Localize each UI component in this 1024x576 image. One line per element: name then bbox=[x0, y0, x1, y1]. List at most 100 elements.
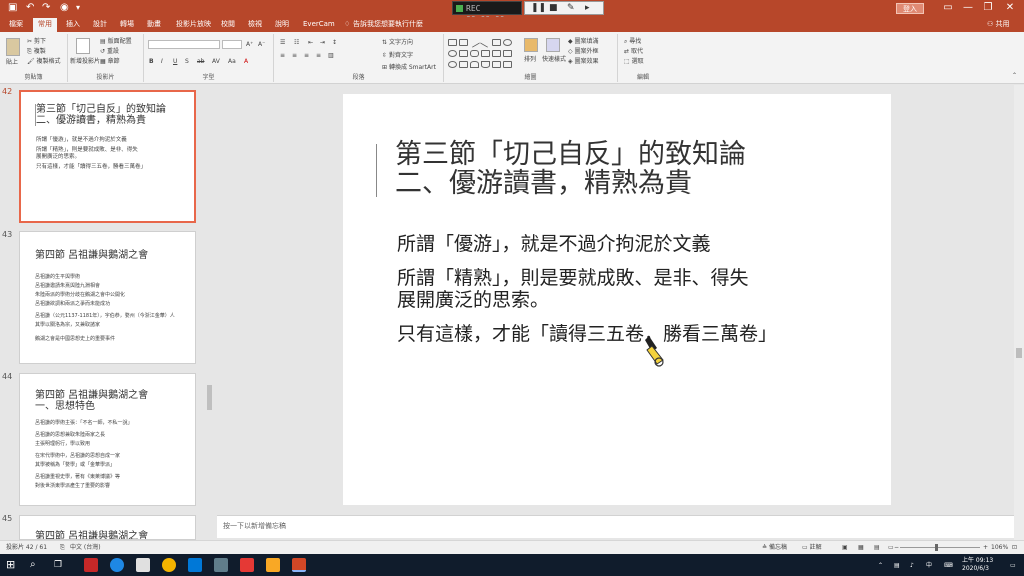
align-center-icon[interactable]: ≡ bbox=[292, 52, 297, 60]
slide-thumbnail-43[interactable]: 第四節 呂祖謙與鵝湖之會 呂祖謙的生平與學術 呂祖謙邀請朱熹與陸九淵相會 朱陸兩… bbox=[19, 231, 196, 364]
slide-body-line[interactable]: 只有這樣，才能「讀得三五卷，勝看三萬卷」 bbox=[397, 323, 777, 345]
tell-me-search[interactable]: 告訴我您想要執行什麼 bbox=[353, 19, 423, 30]
paste-button[interactable]: 貼上 bbox=[6, 59, 18, 67]
slide-body-line[interactable]: 展開廣泛的思索。 bbox=[397, 289, 549, 311]
bold-icon[interactable]: B bbox=[149, 58, 154, 66]
share-button[interactable]: ⚇ 共用 bbox=[987, 19, 1010, 30]
pause-icon[interactable]: ❚❚ bbox=[531, 3, 546, 14]
change-case-icon[interactable]: Aa bbox=[228, 58, 236, 66]
zoom-level[interactable]: 106% bbox=[991, 544, 1008, 552]
italic-icon[interactable]: I bbox=[161, 58, 163, 66]
slide-title-line1[interactable]: 第三節「切己自反」的致知論 bbox=[395, 140, 746, 170]
task-view-icon[interactable]: ❐ bbox=[54, 558, 68, 572]
comments-toggle[interactable]: ▭ 註解 bbox=[802, 544, 822, 552]
windows-start-icon[interactable]: ⊞ bbox=[6, 558, 20, 572]
search-taskbar-icon[interactable]: ⌕ bbox=[30, 558, 44, 572]
file-explorer-icon[interactable] bbox=[136, 558, 150, 572]
input-method-icon[interactable]: 中 bbox=[926, 562, 932, 569]
zoom-out-button[interactable]: − bbox=[894, 544, 899, 552]
shape-circle-icon[interactable] bbox=[448, 50, 457, 57]
keyboard-icon[interactable]: ⌨ bbox=[944, 562, 953, 569]
shadow-icon[interactable]: S bbox=[185, 58, 189, 66]
tab-evercam[interactable]: EverCam bbox=[303, 19, 335, 30]
quick-styles-button[interactable]: 快速樣式 bbox=[542, 56, 566, 64]
app-icon[interactable] bbox=[214, 558, 228, 572]
notification-icon[interactable]: ▭ bbox=[1010, 562, 1016, 569]
shape-triangle-icon[interactable] bbox=[481, 50, 490, 57]
arrange-icon[interactable] bbox=[524, 38, 538, 52]
zoom-in-button[interactable]: + bbox=[983, 544, 988, 552]
shrink-font-icon[interactable]: A⁻ bbox=[258, 41, 265, 49]
recorder-controls[interactable]: ❚❚ ■ ✎ ▸ bbox=[524, 1, 604, 15]
slide-body-line[interactable]: 所謂「精熟」，則是要就成敗、是非、得失 bbox=[397, 267, 749, 289]
notes-pane[interactable]: 按一下以新增備忘稿 bbox=[217, 515, 1014, 538]
folder-icon[interactable] bbox=[266, 558, 280, 572]
shape-box-icon[interactable] bbox=[492, 39, 501, 46]
undo-icon[interactable]: ↶ bbox=[26, 2, 34, 14]
collapse-ribbon-icon[interactable]: ⌃ bbox=[1012, 72, 1017, 80]
format-painter-button[interactable]: 🖌 複製格式 bbox=[27, 58, 61, 66]
underline-icon[interactable]: U bbox=[173, 58, 177, 66]
slide-thumbnails-panel[interactable]: 42 第三節「切己自反」的致知論 二、優游讀書，精熟為貴 所謂「優游」，就是不過… bbox=[0, 85, 205, 540]
font-name-input[interactable] bbox=[148, 40, 220, 49]
shape-textbox-icon[interactable] bbox=[459, 39, 468, 46]
shape-more-icon[interactable] bbox=[503, 61, 512, 68]
strikethrough-icon[interactable]: ab bbox=[197, 58, 205, 66]
slide-scrollbar[interactable] bbox=[1014, 85, 1024, 540]
shape-rounded-icon[interactable] bbox=[470, 50, 479, 57]
slide-scroll-thumb[interactable] bbox=[1016, 348, 1022, 358]
shape-curve-icon[interactable] bbox=[503, 50, 512, 57]
decrease-indent-icon[interactable]: ⇤ bbox=[308, 39, 313, 47]
cut-button[interactable]: ✂ 剪下 bbox=[27, 38, 46, 46]
slide-thumbnail-45[interactable]: 第四節 呂祖謙與鵝湖之會 bbox=[19, 515, 196, 540]
network-icon[interactable]: ▤ bbox=[894, 562, 900, 569]
slide-thumbnail-42[interactable]: 第三節「切己自反」的致知論 二、優游讀書，精熟為貴 所謂「優游」，就是不過介拘泥… bbox=[19, 90, 196, 223]
smartart-button[interactable]: ⊞ 轉換成 SmartArt bbox=[382, 64, 436, 72]
arrange-button[interactable]: 排列 bbox=[524, 56, 536, 64]
zoom-slider-handle[interactable] bbox=[935, 544, 938, 551]
shape-rect2-icon[interactable] bbox=[459, 50, 468, 57]
char-spacing-icon[interactable]: AV bbox=[212, 58, 220, 66]
chrome-browser-icon[interactable] bbox=[162, 558, 176, 572]
shape-outline-button[interactable]: ◇ 圖案外框 bbox=[568, 48, 599, 56]
signin-button[interactable]: 登入 bbox=[896, 3, 924, 14]
shape-wave-icon[interactable] bbox=[481, 61, 490, 68]
replace-button[interactable]: ⇄ 取代 bbox=[624, 48, 643, 56]
media-player-icon[interactable] bbox=[240, 558, 254, 572]
volume-icon[interactable]: ♪ bbox=[910, 562, 914, 569]
save-icon[interactable]: ▣ bbox=[8, 2, 17, 14]
shape-arc-icon[interactable] bbox=[470, 61, 479, 68]
tab-animations[interactable]: 動畫 bbox=[147, 19, 161, 30]
tray-up-icon[interactable]: ⌃ bbox=[878, 562, 883, 569]
justify-icon[interactable]: ≡ bbox=[316, 52, 321, 60]
copy-button[interactable]: ⎘ 複製 bbox=[27, 48, 46, 56]
restore-button[interactable]: ❐ bbox=[976, 0, 1000, 17]
screen-recorder-widget[interactable]: REC 00:00:00 bbox=[452, 1, 522, 24]
reading-view-icon[interactable]: ▤ bbox=[874, 544, 880, 552]
thumbnails-scrollbar[interactable] bbox=[205, 85, 215, 540]
customize-toolbar-icon[interactable]: ▾ bbox=[76, 2, 80, 14]
fit-slide-icon[interactable]: ⊡ bbox=[1012, 544, 1017, 552]
zoom-slider[interactable] bbox=[900, 547, 980, 548]
quick-styles-icon[interactable] bbox=[546, 38, 560, 52]
new-slide-button[interactable]: 新增投影片 bbox=[70, 58, 100, 66]
slide-thumbnail-44[interactable]: 第四節 呂祖謙與鵝湖之會 一、思想特色 呂祖謙的學術主張：「不名一師，不私一說」… bbox=[19, 373, 196, 506]
spellcheck-icon[interactable]: ⎘ bbox=[60, 544, 65, 552]
font-color-icon[interactable]: A bbox=[244, 58, 248, 66]
edge-browser-icon[interactable] bbox=[110, 558, 124, 572]
bullets-icon[interactable]: ☰ bbox=[280, 39, 285, 47]
normal-view-icon[interactable]: ▣ bbox=[842, 544, 848, 552]
slide-body-line[interactable]: 所謂「優游」，就是不過介拘泥於文義 bbox=[397, 233, 711, 255]
tab-insert[interactable]: 插入 bbox=[66, 19, 80, 30]
shape-bracket-icon[interactable] bbox=[492, 50, 501, 57]
draw-icon[interactable]: ✎ bbox=[567, 3, 575, 14]
shape-brace-icon[interactable] bbox=[459, 61, 468, 68]
select-button[interactable]: ⬚ 選取 bbox=[624, 58, 644, 66]
shape-oval-icon[interactable] bbox=[503, 39, 512, 46]
stop-icon[interactable]: ■ bbox=[549, 3, 558, 14]
shape-smile-icon[interactable] bbox=[448, 61, 457, 68]
slideshow-icon[interactable]: ◉ bbox=[60, 2, 69, 14]
clock-date[interactable]: 2020/6/3 bbox=[962, 565, 989, 572]
tab-file[interactable]: 檔案 bbox=[9, 19, 23, 30]
close-button[interactable]: ✕ bbox=[998, 0, 1022, 17]
